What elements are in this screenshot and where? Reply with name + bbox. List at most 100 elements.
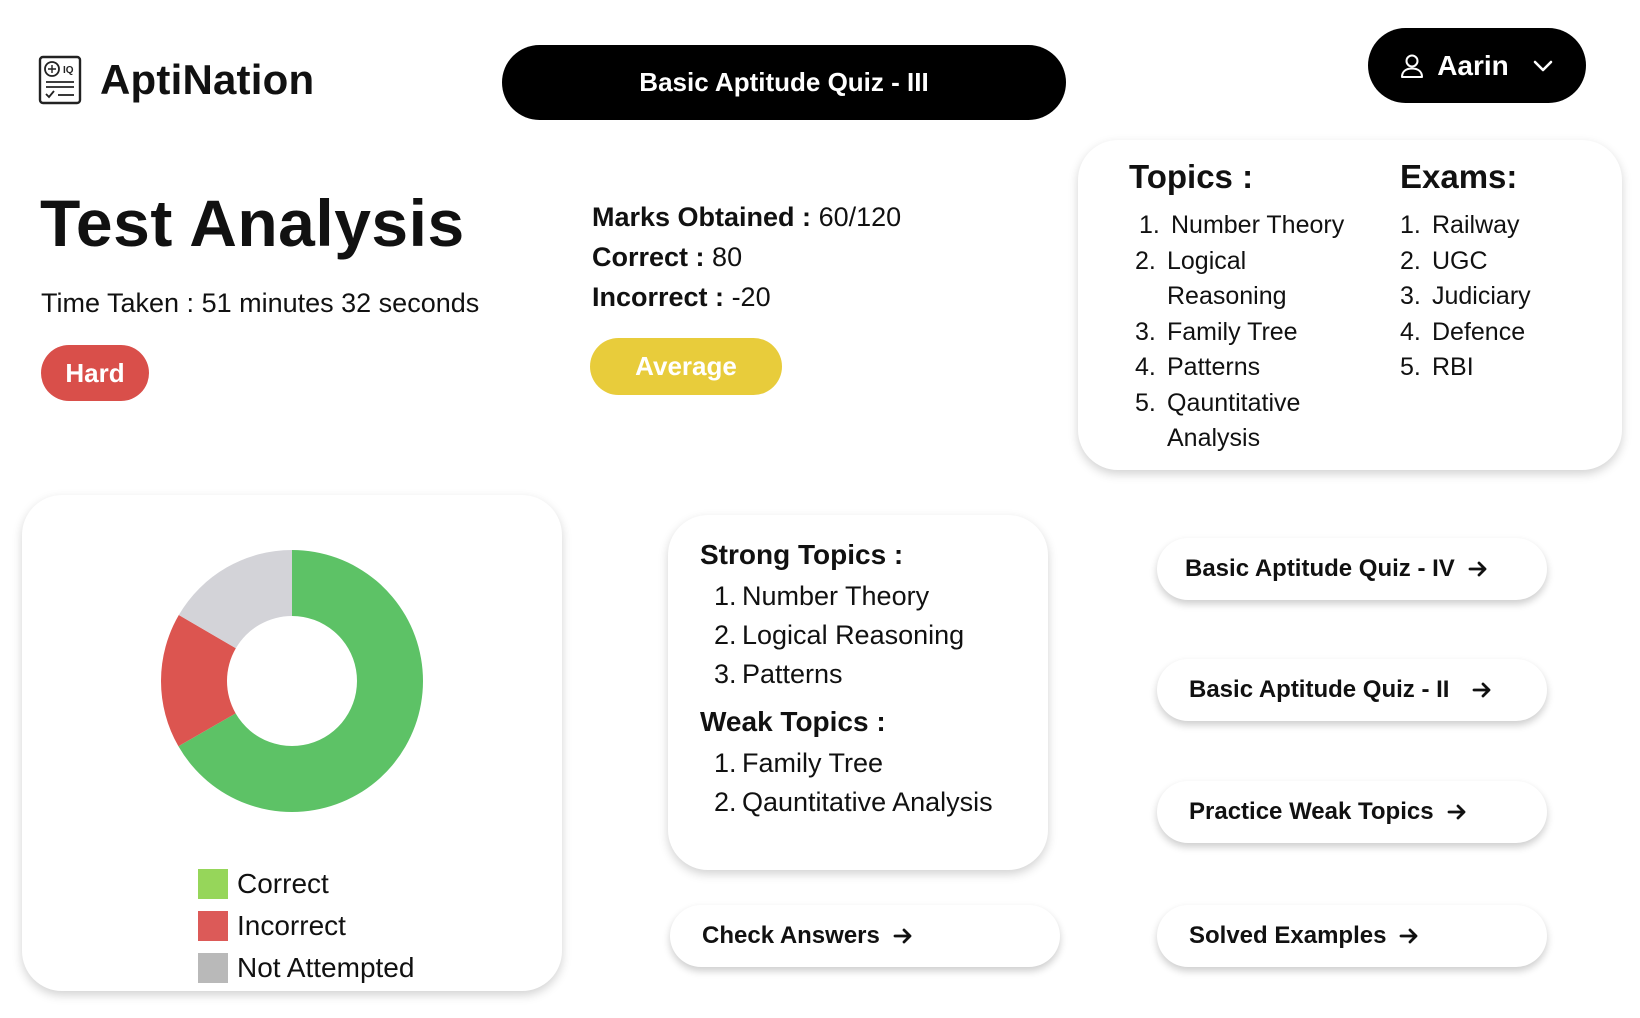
weak-topics-list: 1. Family Tree 2. Qauntitative Analysis [700,744,1048,822]
marks-value: 60/120 [818,202,902,232]
legend-swatch [198,911,228,941]
check-answers-button[interactable]: Check Answers [670,905,1060,967]
correct-value: 80 [712,242,743,272]
exam-item: 3. Judiciary [1400,279,1632,315]
legend-swatch [198,869,228,899]
incorrect-row: Incorrect : -20 [592,277,901,317]
score-summary: Marks Obtained : 60/120 Correct : 80 Inc… [592,197,901,317]
strong-topic-label: Number Theory [742,581,930,611]
topic-item: 1. Number Theory [1129,208,1371,244]
incorrect-value: -20 [731,282,771,312]
exams-heading: Exams: [1400,158,1518,195]
topic-number: 1. [1139,211,1160,239]
legend-swatch [198,953,228,983]
user-menu-button[interactable]: Aarin [1368,28,1586,103]
weak-topic-label: Qauntitative Analysis [742,787,993,817]
practice-weak-topics-button[interactable]: Practice Weak Topics [1157,781,1547,843]
topic-label: Number Theory [1171,211,1345,239]
exam-number: 1. [1400,211,1421,239]
brain-document-icon: IQ [38,55,82,105]
strong-topic-item: 3. Patterns [714,655,1048,694]
legend-item-correct: Correct [198,863,414,905]
exam-label: UGC [1432,246,1488,275]
exam-number: 5. [1400,353,1421,381]
strong-topic-label: Patterns [742,659,843,689]
legend-label: Not Attempted [237,952,415,983]
topic-label: Qauntitative Analysis [1167,388,1301,453]
topic-item: 4. Patterns [1129,350,1371,386]
chart-legend: Correct Incorrect Not Attempted [198,863,414,989]
topics-heading: Topics : [1129,158,1254,195]
current-quiz-title: Basic Aptitude Quiz - III [502,45,1066,120]
brand-name: AptiNation [100,56,315,103]
marks-label: Marks Obtained : [592,202,812,232]
check-answers-label: Check Answers [702,922,880,949]
previous-quiz-label: Basic Aptitude Quiz - II [1189,676,1450,703]
exam-item: 2. UGC [1400,244,1632,280]
user-name: Aarin [1437,49,1509,81]
exam-label: Judiciary [1432,282,1531,310]
current-quiz-label: Basic Aptitude Quiz - III [639,67,929,97]
strong-topic-number: 2. [714,620,737,650]
topic-number: 4. [1135,353,1156,381]
topic-number: 5. [1135,388,1156,417]
exam-item: 5. RBI [1400,350,1632,386]
next-quiz-button[interactable]: Basic Aptitude Quiz - IV [1157,538,1547,600]
topic-number: 2. [1135,246,1156,275]
topics-list: 1. Number Theory 2. Logical Reasoning 3. Fa… [1129,208,1371,457]
arrow-right-icon [1447,804,1465,820]
correct-row: Correct : 80 [592,237,901,277]
strong-topics-heading: Strong Topics : [700,539,904,570]
exam-number: 3. [1400,282,1421,310]
exams-list: 1. Railway 2. UGC 3. Judiciary 4. Defence 5.… [1400,208,1632,386]
exam-label: Railway [1432,211,1520,239]
exam-number: 4. [1400,317,1421,346]
exams-section: Exams: 1. Railway 2. UGC 3. Judiciary 4. Def… [1400,158,1632,386]
strong-topic-item: 2. Logical Reasoning [714,616,1048,655]
topic-strength-card: Strong Topics : 1. Number Theory 2. Logica… [668,515,1048,870]
arrow-right-icon [1473,682,1491,698]
topics-section: Topics : 1. Number Theory 2. Logical Reaso… [1129,158,1371,457]
topic-item: 5. Qauntitative Analysis [1129,386,1371,457]
strong-topics-list: 1. Number Theory 2. Logical Reasoning 3. Pa… [700,577,1048,694]
topic-label: Logical Reasoning [1167,246,1287,311]
strong-topic-number: 3. [714,659,737,689]
weak-topic-item: 1. Family Tree [714,744,1048,783]
legend-item-not-attempted: Not Attempted [198,947,414,989]
strong-topic-number: 1. [714,581,737,611]
arrow-right-icon [1468,561,1487,577]
previous-quiz-button[interactable]: Basic Aptitude Quiz - II [1157,659,1547,721]
weak-topic-number: 1. [714,748,737,778]
marks-row: Marks Obtained : 60/120 [592,197,901,237]
exam-item: 1. Railway [1400,208,1632,244]
legend-item-incorrect: Incorrect [198,905,414,947]
correct-label: Correct : [592,242,705,272]
difficulty-badge: Hard [41,345,149,401]
legend-label: Correct [237,868,329,899]
strong-topic-item: 1. Number Theory [714,577,1048,616]
time-taken: Time Taken : 51 minutes 32 seconds [41,288,480,318]
topic-label: Family Tree [1167,317,1298,346]
topics-exams-card: Topics : 1. Number Theory 2. Logical Reaso… [1078,140,1622,470]
solved-examples-button[interactable]: Solved Examples [1157,905,1547,967]
topic-item: 2. Logical Reasoning [1129,244,1371,315]
exam-label: Defence [1432,317,1526,346]
chevron-down-icon [1533,60,1553,71]
weak-topic-number: 2. [714,787,737,817]
exam-item: 4. Defence [1400,315,1632,351]
brand-logo[interactable]: IQ AptiNation [38,55,314,105]
legend-label: Incorrect [237,910,346,941]
next-quiz-label: Basic Aptitude Quiz - IV [1185,555,1455,582]
practice-weak-topics-label: Practice Weak Topics [1189,798,1434,825]
arrow-right-icon [1400,928,1418,944]
exam-label: RBI [1432,353,1474,381]
incorrect-label: Incorrect : [592,282,725,312]
weak-topic-item: 2. Qauntitative Analysis [714,783,1048,822]
arrow-right-icon [893,928,912,944]
svg-text:IQ: IQ [63,65,74,76]
strong-topic-label: Logical Reasoning [742,620,965,650]
topic-item: 3. Family Tree [1129,315,1371,351]
user-icon [1401,54,1424,78]
result-chart-card: Correct Incorrect Not Attempted [22,495,562,991]
weak-topics-heading: Weak Topics : [700,706,886,737]
